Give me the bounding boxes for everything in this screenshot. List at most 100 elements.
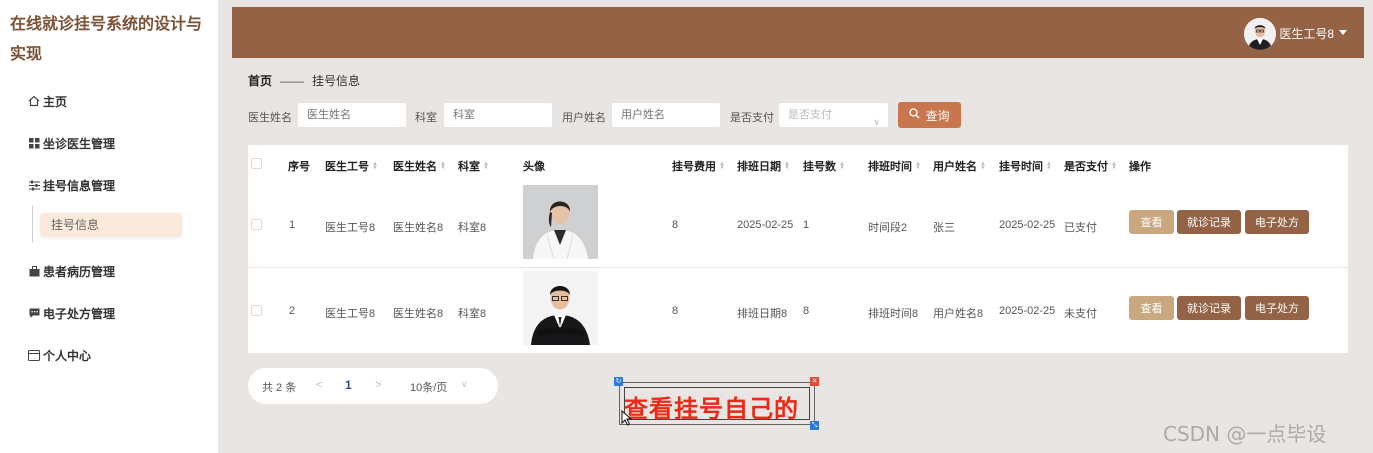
sort-icon[interactable]: ▲ ▼ <box>915 161 921 171</box>
row-checkbox[interactable] <box>251 219 262 230</box>
cell-doctor-name: 医生姓名8 <box>393 222 444 234</box>
chevron-down-icon: ∨ <box>873 117 880 127</box>
doctor-name-label: 医生姓名 <box>248 112 292 124</box>
view-button[interactable]: 查看 <box>1129 296 1174 320</box>
annotation-text[interactable]: 查看挂号自己的 <box>624 389 799 424</box>
column-header[interactable]: 挂号数 ▲ ▼ <box>803 158 845 174</box>
cell-index: 2 <box>289 305 296 317</box>
cell-reg-time: 2025-02-25 <box>999 219 1056 231</box>
sidebar-item-registrations[interactable]: 挂号信息管理 <box>28 175 115 195</box>
chevron-down-icon[interactable] <box>1339 30 1347 35</box>
sort-icon[interactable]: ▲ ▼ <box>1046 161 1052 171</box>
sort-icon[interactable]: ▲ ▼ <box>784 161 790 171</box>
cell-schedule-date: 排班日期8 <box>737 308 788 320</box>
column-header[interactable]: 用户姓名 ▲ ▼ <box>933 158 986 174</box>
sort-icon[interactable]: ▲ ▼ <box>483 161 489 171</box>
cell-paid: 未支付 <box>1064 308 1097 320</box>
cell-count: 1 <box>803 219 810 231</box>
data-table <box>248 145 1348 353</box>
sidebar-item-profile[interactable]: 个人中心 <box>28 345 91 365</box>
paid-select-placeholder: 是否支付 <box>788 109 832 121</box>
column-header[interactable]: 排班日期 ▲ ▼ <box>737 158 790 174</box>
column-header: 操作 <box>1129 161 1151 173</box>
cell-index: 1 <box>289 219 296 231</box>
cell-count: 8 <box>803 305 810 317</box>
cell-dept: 科室8 <box>458 222 487 234</box>
sidebar-item-home[interactable]: 主页 <box>28 91 67 111</box>
cell-fee: 8 <box>672 219 679 231</box>
chevron-right-icon[interactable]: > <box>375 379 381 391</box>
breadcrumb-current: 挂号信息 <box>312 74 361 88</box>
column-header[interactable]: 排班时间 ▲ ▼ <box>868 158 921 174</box>
doctor-name-input[interactable] <box>297 102 407 128</box>
sidebar-item-label: 主页 <box>43 94 68 109</box>
visit-record-button[interactable]: 就诊记录 <box>1177 296 1241 320</box>
sidebar-item-label: 挂号信息管理 <box>43 178 116 193</box>
column-header[interactable]: 是否支付 ▲ ▼ <box>1064 158 1117 174</box>
doctor-photo[interactable] <box>523 271 598 345</box>
cell-fee: 8 <box>672 305 679 317</box>
sort-icon[interactable]: ▲ ▼ <box>719 161 725 171</box>
column-header[interactable]: 挂号时间 ▲ ▼ <box>999 158 1052 174</box>
sidebar-item-label: 患者病历管理 <box>43 264 116 279</box>
case-icon <box>28 265 40 277</box>
row-divider <box>248 267 1348 268</box>
sort-icon[interactable]: ▲ ▼ <box>839 161 845 171</box>
sidebar-item-cases[interactable]: 患者病历管理 <box>28 261 115 281</box>
close-icon[interactable]: ✕ <box>810 377 819 386</box>
sort-icon[interactable]: ▲ ▼ <box>372 161 378 171</box>
resize-handle-icon[interactable]: ⤡ <box>810 421 819 430</box>
avatar[interactable] <box>1244 18 1276 50</box>
breadcrumb-home[interactable]: 首页 <box>248 72 272 89</box>
doctor-photo[interactable] <box>523 185 598 259</box>
cell-dept: 科室8 <box>458 308 487 320</box>
search-button[interactable]: 查询 <box>898 102 961 128</box>
chevron-left-icon[interactable]: < <box>316 379 322 391</box>
sidebar-subitem-registration-info[interactable]: 挂号信息 <box>40 213 182 237</box>
paid-select[interactable]: 是否支付 ∨ <box>778 102 889 128</box>
sidebar-item-label: 个人中心 <box>43 348 92 363</box>
column-header[interactable]: 医生姓名 ▲ ▼ <box>393 158 446 174</box>
cell-paid: 已支付 <box>1064 222 1097 234</box>
page-size-select[interactable]: 10条/页 <box>410 379 447 395</box>
column-header[interactable]: 医生工号 ▲ ▼ <box>325 158 378 174</box>
sort-icon[interactable]: ▲ ▼ <box>980 161 986 171</box>
cell-schedule-time: 时间段2 <box>868 222 908 234</box>
view-button[interactable]: 查看 <box>1129 210 1174 234</box>
rotate-handle-icon[interactable]: ↻ <box>614 377 623 386</box>
app-title: 在线就诊挂号系统的设计与实现 <box>10 16 203 63</box>
column-header[interactable]: 挂号费用 ▲ ▼ <box>672 158 725 174</box>
select-all-checkbox[interactable] <box>251 158 262 169</box>
user-name[interactable]: 医生工号8 <box>1279 25 1334 42</box>
prescription-button[interactable]: 电子处方 <box>1245 210 1309 234</box>
user-name-input[interactable] <box>611 102 721 128</box>
row-checkbox[interactable] <box>251 305 262 316</box>
cell-doctor-name: 医生姓名8 <box>393 308 444 320</box>
page-number[interactable]: 1 <box>345 378 352 392</box>
column-header[interactable]: 科室 ▲ ▼ <box>458 158 489 174</box>
sidebar: 在线就诊挂号系统的设计与实现 主页 坐诊医生管理 挂号信息管理 挂号信息 患者病… <box>0 0 218 453</box>
cell-user-name: 用户姓名8 <box>933 308 984 320</box>
sort-icon[interactable]: ▲ ▼ <box>1111 161 1117 171</box>
cell-doctor-no: 医生工号8 <box>325 222 376 234</box>
sidebar-item-prescriptions[interactable]: 电子处方管理 <box>28 303 115 323</box>
card-icon <box>28 349 40 361</box>
sort-icon[interactable]: ▲ ▼ <box>440 161 446 171</box>
prescription-button[interactable]: 电子处方 <box>1245 296 1309 320</box>
sidebar-item-doctors[interactable]: 坐诊医生管理 <box>28 133 115 153</box>
dept-label: 科室 <box>415 112 437 124</box>
visit-record-button[interactable]: 就诊记录 <box>1177 210 1241 234</box>
submenu-line <box>32 205 33 243</box>
dept-input[interactable] <box>443 102 553 128</box>
column-header: 序号 <box>288 161 310 173</box>
chevron-down-icon[interactable]: ∨ <box>461 379 468 390</box>
cell-doctor-no: 医生工号8 <box>325 308 376 320</box>
message-icon <box>28 307 40 319</box>
pagination-total: 共 2 条 <box>262 382 297 394</box>
grid-icon <box>28 137 40 149</box>
cell-user-name: 张三 <box>933 222 955 234</box>
home-icon <box>28 95 40 107</box>
paid-label: 是否支付 <box>730 112 774 124</box>
breadcrumb-separator: —— <box>280 73 305 88</box>
sidebar-item-label: 电子处方管理 <box>43 306 116 321</box>
